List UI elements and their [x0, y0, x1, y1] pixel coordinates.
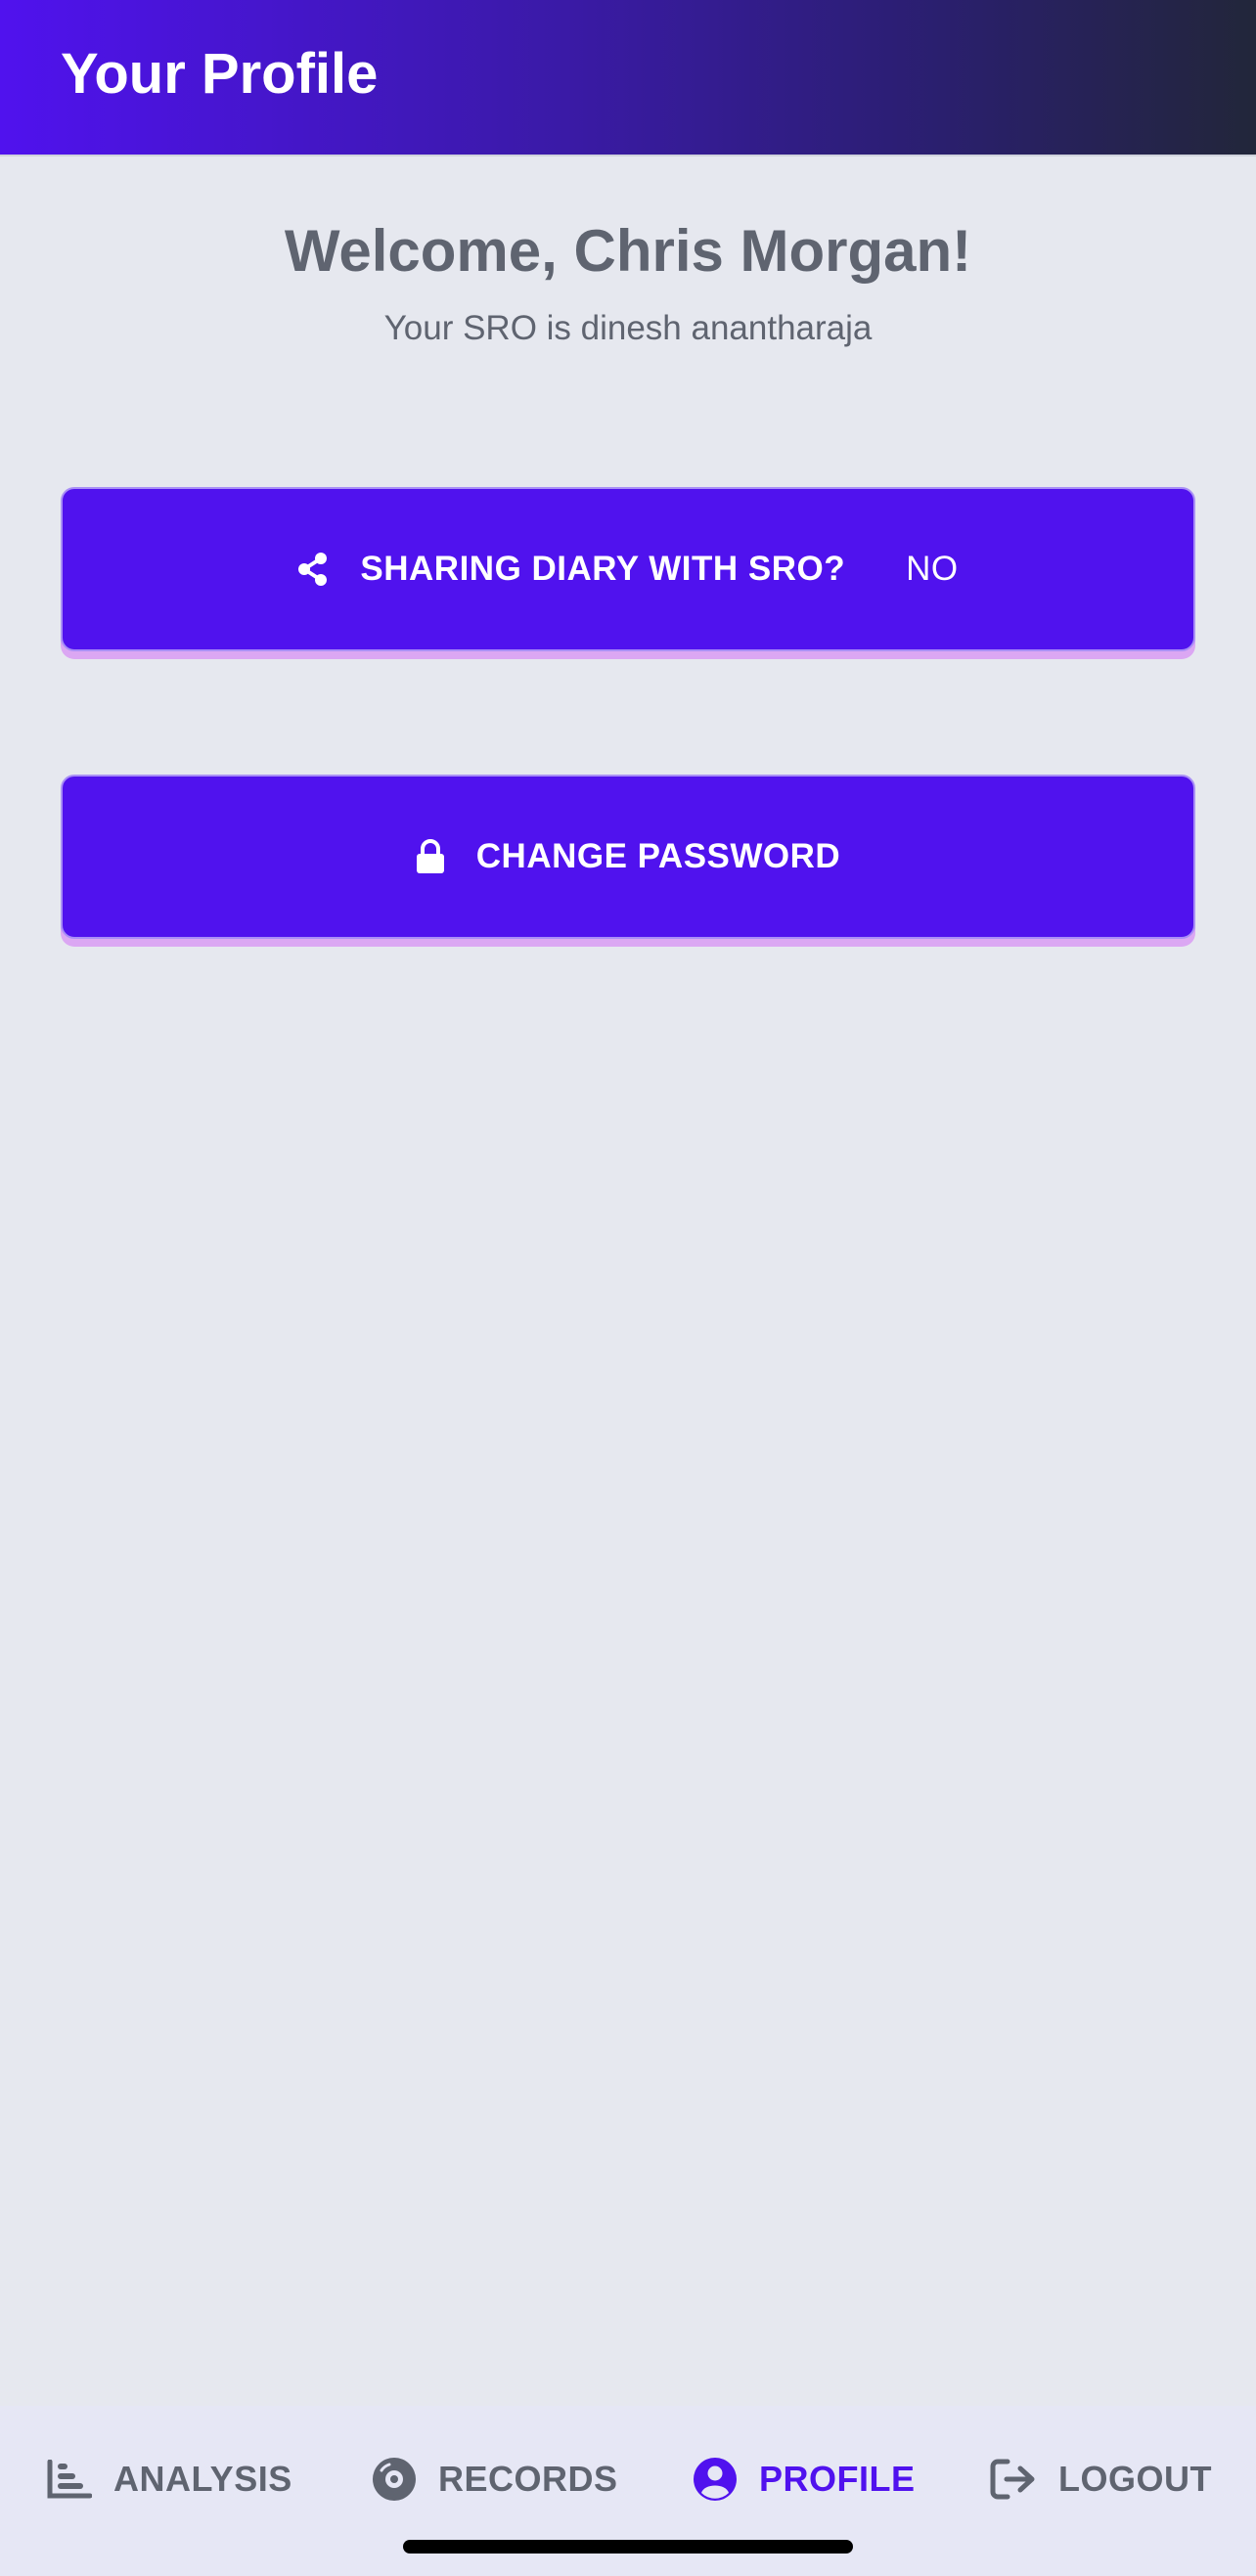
sro-info: Your SRO is dinesh anantharaja — [383, 309, 873, 347]
change-password-button[interactable]: CHANGE PASSWORD — [61, 775, 1195, 939]
user-circle-icon — [693, 2457, 738, 2502]
record-disc-icon — [372, 2457, 417, 2502]
nav-records[interactable]: RECORDS — [372, 2406, 618, 2553]
logout-icon — [990, 2459, 1037, 2500]
page-title: Your Profile — [61, 42, 379, 106]
nav-analysis[interactable]: ANALYSIS — [47, 2406, 292, 2553]
home-indicator — [403, 2540, 853, 2554]
nav-records-label: RECORDS — [438, 2459, 618, 2499]
change-password-label: CHANGE PASSWORD — [475, 837, 841, 875]
nav-logout-label: LOGOUT — [1058, 2459, 1212, 2499]
nav-profile-label: PROFILE — [759, 2459, 916, 2499]
welcome-message: Welcome, Chris Morgan! — [284, 218, 972, 284]
nav-analysis-label: ANALYSIS — [113, 2459, 292, 2499]
nav-logout[interactable]: LOGOUT — [990, 2406, 1212, 2553]
lock-icon — [416, 839, 445, 874]
nav-profile[interactable]: PROFILE — [693, 2406, 916, 2553]
sharing-diary-label: SHARING DIARY WITH SRO? — [360, 550, 846, 588]
share-icon — [297, 553, 329, 586]
app-header: Your Profile — [0, 0, 1256, 156]
bar-chart-icon — [47, 2460, 92, 2499]
sharing-diary-button[interactable]: SHARING DIARY WITH SRO? NO — [61, 487, 1195, 651]
sharing-diary-value: NO — [906, 550, 959, 588]
